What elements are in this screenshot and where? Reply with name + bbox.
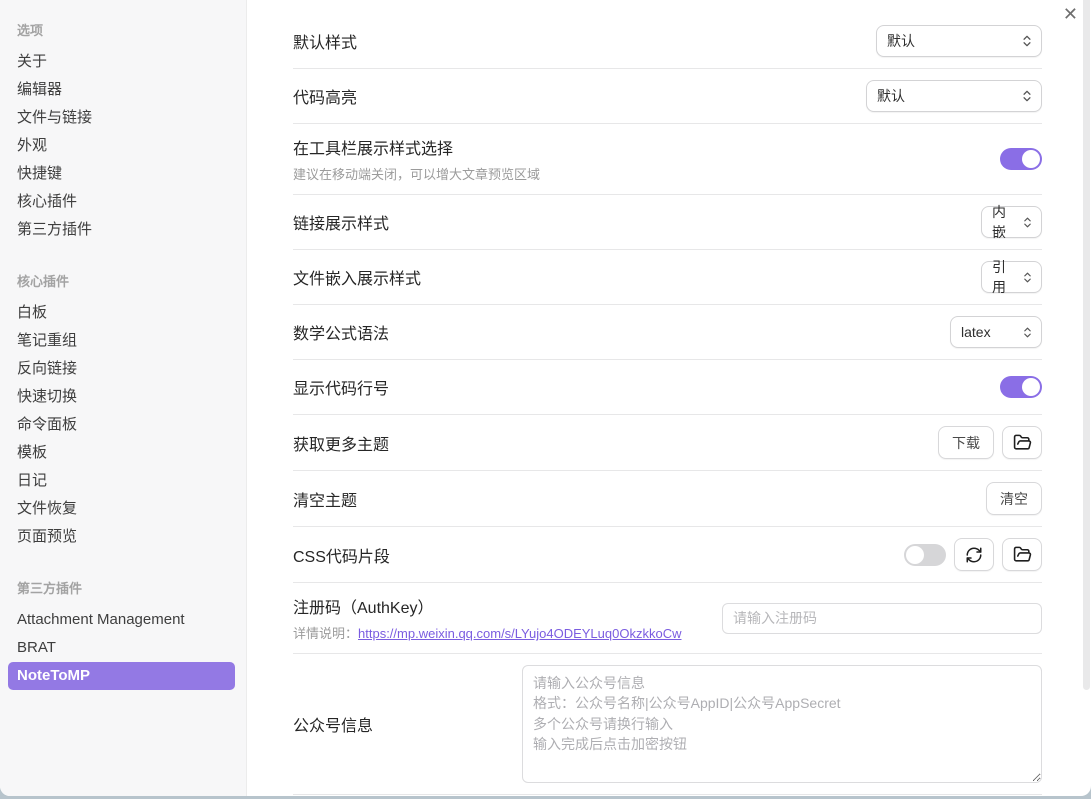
sidebar-section-core-plugins: 核心插件 — [17, 271, 236, 290]
sidebar-item-core-plugins[interactable]: 核心插件 — [8, 188, 235, 216]
sidebar-item-editor[interactable]: 编辑器 — [8, 76, 235, 104]
sidebar-item-community-plugins[interactable]: 第三方插件 — [8, 216, 235, 244]
auth-key-desc-prefix: 详情说明： — [293, 626, 358, 641]
sidebar-item-command-palette[interactable]: 命令面板 — [8, 411, 235, 439]
setting-description: 建议在移动端关闭，可以增大文章预览区域 — [293, 164, 540, 183]
auth-key-input[interactable] — [722, 603, 1042, 634]
setting-row-math-syntax: 数学公式语法 latex — [293, 305, 1042, 360]
sidebar-item-brat[interactable]: BRAT — [8, 634, 235, 662]
setting-row-clear-theme: 清空主题 清空 — [293, 471, 1042, 527]
sidebar-item-attachment-management[interactable]: Attachment Management — [8, 606, 235, 634]
css-snippet-toggle[interactable] — [904, 544, 946, 566]
setting-row-mp-info: 公众号信息 — [293, 654, 1042, 795]
setting-row-code-line-numbers: 显示代码行号 — [293, 360, 1042, 415]
setting-label: 链接展示样式 — [293, 210, 389, 234]
select-value: 引用 — [992, 257, 1015, 297]
toggle-knob — [906, 546, 924, 564]
code-line-numbers-toggle[interactable] — [1000, 376, 1042, 398]
setting-label: 在工具栏展示样式选择 — [293, 135, 540, 159]
select-value: 默认 — [887, 31, 915, 51]
sidebar-item-canvas[interactable]: 白板 — [8, 299, 235, 327]
settings-modal: 选项 关于 编辑器 文件与链接 外观 快捷键 核心插件 第三方插件 核心插件 白… — [0, 0, 1091, 796]
sidebar-item-note-composer[interactable]: 笔记重组 — [8, 327, 235, 355]
chevrons-up-down-icon — [1021, 216, 1034, 229]
toolbar-style-toggle[interactable] — [1000, 148, 1042, 170]
sidebar-item-notetomp[interactable]: NoteToMP — [8, 662, 235, 690]
toggle-knob — [1022, 378, 1040, 396]
sidebar-section-options: 选项 — [17, 20, 236, 39]
auth-key-help-link[interactable]: https://mp.weixin.qq.com/s/LYujo4ODEYLuq… — [358, 626, 681, 641]
setting-label: 默认样式 — [293, 29, 357, 53]
select-value: latex — [961, 324, 991, 340]
refresh-icon — [965, 546, 983, 564]
close-icon[interactable]: ✕ — [1063, 4, 1078, 24]
download-theme-button[interactable]: 下载 — [938, 426, 994, 459]
code-highlight-select[interactable]: 默认 — [866, 80, 1042, 112]
sidebar-item-files-links[interactable]: 文件与链接 — [8, 104, 235, 132]
chevrons-up-down-icon — [1021, 271, 1034, 284]
sidebar-item-file-recovery[interactable]: 文件恢复 — [8, 495, 235, 523]
chevrons-up-down-icon — [1021, 326, 1034, 339]
setting-row-default-style: 默认样式 默认 — [293, 14, 1042, 69]
setting-label: 清空主题 — [293, 487, 357, 511]
chevrons-up-down-icon — [1020, 34, 1034, 48]
setting-label: 获取更多主题 — [293, 431, 389, 455]
setting-description: 详情说明：https://mp.weixin.qq.com/s/LYujo4OD… — [293, 623, 681, 642]
setting-row-toolbar-style: 在工具栏展示样式选择 建议在移动端关闭，可以增大文章预览区域 — [293, 124, 1042, 195]
setting-label: 文件嵌入展示样式 — [293, 265, 421, 289]
toggle-knob — [1022, 150, 1040, 168]
sidebar-item-appearance[interactable]: 外观 — [8, 132, 235, 160]
setting-row-get-more-themes: 获取更多主题 下载 — [293, 415, 1042, 471]
footer-actions: 加密公众号信息 测试公众号 — [293, 795, 1042, 796]
default-style-select[interactable]: 默认 — [876, 25, 1042, 57]
sidebar-item-quick-switcher[interactable]: 快速切换 — [8, 383, 235, 411]
setting-label: CSS代码片段 — [293, 543, 390, 567]
folder-open-icon — [1013, 433, 1032, 452]
select-value: 默认 — [877, 86, 905, 106]
sidebar-section-community-plugins: 第三方插件 — [17, 578, 236, 597]
sidebar-item-templates[interactable]: 模板 — [8, 439, 235, 467]
sidebar-item-about[interactable]: 关于 — [8, 48, 235, 76]
sidebar-item-hotkeys[interactable]: 快捷键 — [8, 160, 235, 188]
setting-row-link-style: 链接展示样式 内嵌 — [293, 195, 1042, 250]
clear-theme-button[interactable]: 清空 — [986, 482, 1042, 515]
setting-row-auth-key: 注册码（AuthKey） 详情说明：https://mp.weixin.qq.c… — [293, 583, 1042, 654]
file-embed-style-select[interactable]: 引用 — [981, 261, 1042, 293]
setting-row-code-highlight: 代码高亮 默认 — [293, 69, 1042, 124]
link-style-select[interactable]: 内嵌 — [981, 206, 1042, 238]
sidebar-item-daily-notes[interactable]: 日记 — [8, 467, 235, 495]
setting-label: 公众号信息 — [293, 712, 373, 736]
setting-row-file-embed-style: 文件嵌入展示样式 引用 — [293, 250, 1042, 305]
setting-label: 代码高亮 — [293, 84, 357, 108]
chevrons-up-down-icon — [1020, 89, 1034, 103]
setting-row-css-snippet: CSS代码片段 — [293, 527, 1042, 583]
open-css-folder-button[interactable] — [1002, 538, 1042, 571]
folder-open-icon — [1013, 545, 1032, 564]
open-theme-folder-button[interactable] — [1002, 426, 1042, 459]
math-syntax-select[interactable]: latex — [950, 316, 1042, 348]
settings-content: ✕ 默认样式 默认 代码高亮 默认 — [247, 0, 1091, 796]
settings-sidebar: 选项 关于 编辑器 文件与链接 外观 快捷键 核心插件 第三方插件 核心插件 白… — [0, 0, 247, 796]
select-value: 内嵌 — [992, 202, 1015, 242]
sidebar-item-page-preview[interactable]: 页面预览 — [8, 523, 235, 551]
mp-info-textarea[interactable] — [522, 665, 1042, 783]
setting-label: 数学公式语法 — [293, 320, 389, 344]
setting-label: 显示代码行号 — [293, 375, 389, 399]
setting-label: 注册码（AuthKey） — [293, 594, 681, 618]
sidebar-item-backlinks[interactable]: 反向链接 — [8, 355, 235, 383]
vertical-scrollbar[interactable] — [1083, 0, 1090, 690]
refresh-css-button[interactable] — [954, 538, 994, 571]
